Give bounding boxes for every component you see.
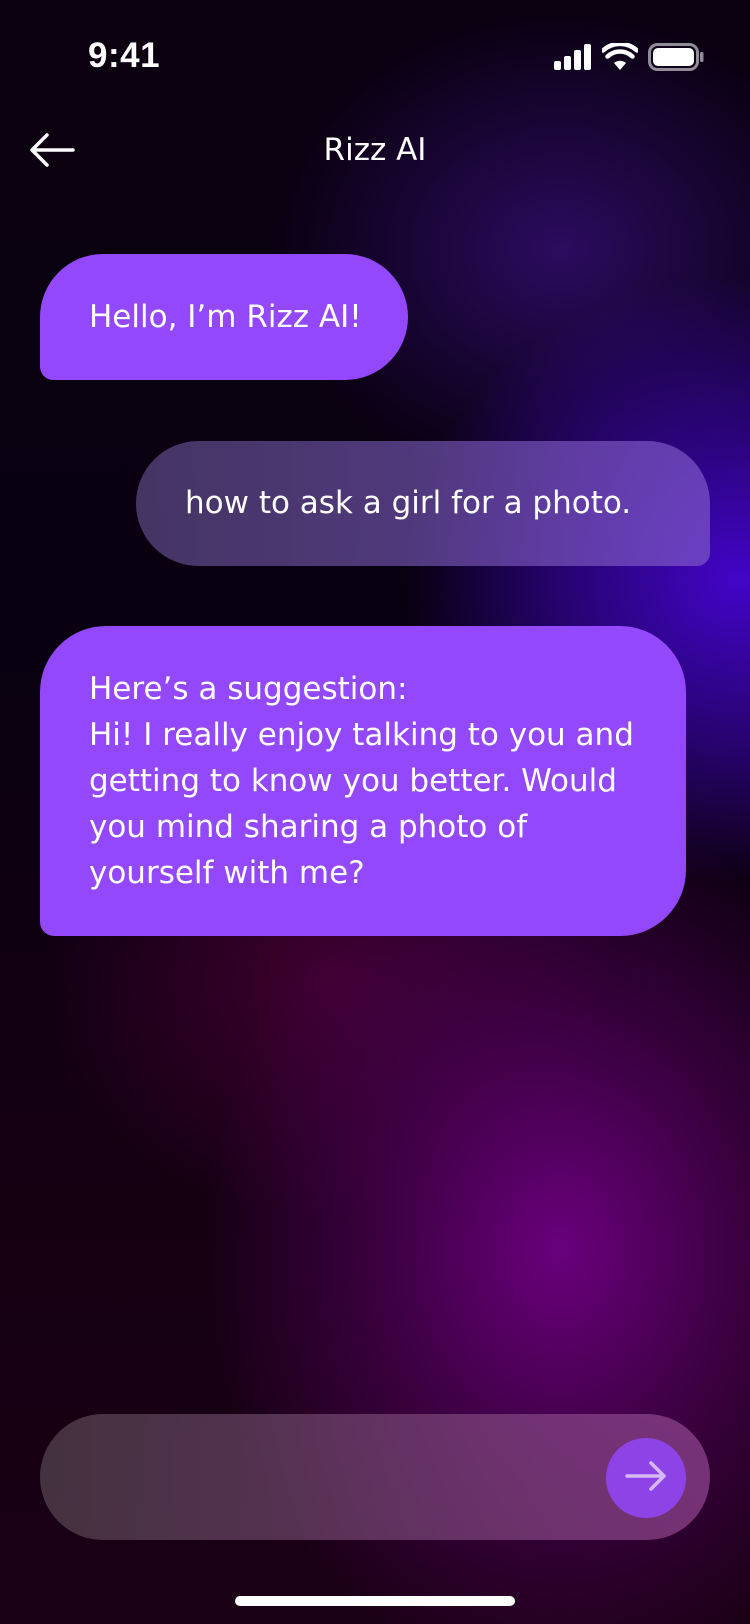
- user-message-bubble: how to ask a girl for a photo.: [136, 441, 710, 566]
- ai-message-bubble: Here’s a suggestion: Hi! I really enjoy …: [40, 626, 686, 936]
- message-input[interactable]: [88, 1446, 612, 1508]
- status-icons: [554, 41, 704, 75]
- home-indicator: [235, 1596, 515, 1606]
- status-bar: 9:41: [0, 0, 750, 100]
- message-composer: [40, 1414, 710, 1540]
- cellular-signal-icon: [554, 44, 592, 74]
- arrow-right-icon: [624, 1459, 668, 1497]
- send-button[interactable]: [606, 1438, 686, 1518]
- page-title: Rizz AI: [323, 132, 427, 168]
- wifi-icon: [600, 41, 640, 75]
- status-time: 9:41: [88, 36, 161, 75]
- battery-icon: [648, 43, 704, 75]
- ai-message-bubble: Hello, I’m Rizz AI!: [40, 254, 408, 380]
